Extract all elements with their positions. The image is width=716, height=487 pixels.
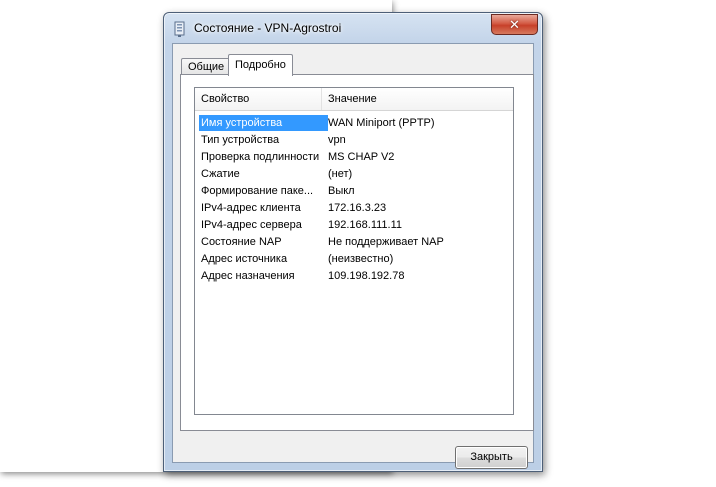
row-value: (нет) bbox=[328, 168, 353, 180]
list-row[interactable]: Сжатие (нет) bbox=[195, 166, 513, 183]
row-value: MS CHAP V2 bbox=[328, 151, 395, 163]
close-button[interactable]: Закрыть bbox=[455, 446, 528, 469]
dialog-title: Состояние - VPN-Agrostroi bbox=[194, 21, 342, 35]
row-value: (неизвестно) bbox=[328, 253, 394, 265]
row-property: IPv4-адрес клиента bbox=[201, 202, 301, 214]
close-window-button[interactable]: ✕ bbox=[491, 14, 538, 35]
details-list[interactable]: Свойство Значение Имя устройства WAN Min… bbox=[194, 87, 514, 415]
row-property: Адрес источника bbox=[201, 253, 288, 265]
tab-general-label: Общие bbox=[188, 61, 225, 73]
column-header-value[interactable]: Значение bbox=[322, 88, 508, 110]
row-property: Проверка подлинности bbox=[201, 151, 320, 163]
row-value: WAN Miniport (PPTP) bbox=[328, 117, 435, 129]
list-row[interactable]: IPv4-адрес сервера 192.168.111.11 bbox=[195, 217, 513, 234]
details-tab-panel: Свойство Значение Имя устройства WAN Min… bbox=[180, 74, 534, 431]
dialog-client-area: Общие Подробно Свойство Значение Имя уст… bbox=[172, 43, 534, 469]
list-row[interactable]: Формирование паке... Выкл bbox=[195, 183, 513, 200]
row-property: Сжатие bbox=[201, 168, 240, 180]
list-row[interactable]: Имя устройства WAN Miniport (PPTP) bbox=[195, 115, 513, 132]
tab-details[interactable]: Подробно bbox=[228, 54, 293, 76]
row-value: vpn bbox=[328, 134, 346, 146]
list-row[interactable]: Адрес назначения 109.198.192.78 bbox=[195, 268, 513, 285]
row-property: IPv4-адрес сервера bbox=[201, 219, 302, 231]
vpn-status-dialog: Состояние - VPN-Agrostroi ✕ Общие Подроб… bbox=[163, 12, 543, 472]
row-property: Состояние NAP bbox=[201, 236, 282, 248]
row-value: 192.168.111.11 bbox=[328, 219, 403, 231]
list-row[interactable]: Адрес источника (неизвестно) bbox=[195, 251, 513, 268]
network-connection-icon bbox=[174, 21, 185, 37]
list-row[interactable]: Проверка подлинности MS CHAP V2 bbox=[195, 149, 513, 166]
row-property: Тип устройства bbox=[201, 134, 280, 146]
row-value: 109.198.192.78 bbox=[328, 270, 405, 282]
column-header-property[interactable]: Свойство bbox=[195, 88, 322, 110]
tab-details-label: Подробно bbox=[235, 59, 286, 71]
list-header: Свойство Значение bbox=[195, 88, 513, 111]
list-row[interactable]: Состояние NAP Не поддерживает NAP bbox=[195, 234, 513, 251]
title-bar[interactable]: Состояние - VPN-Agrostroi ✕ bbox=[164, 13, 542, 43]
list-rows: Имя устройства WAN Miniport (PPTP) Тип у… bbox=[195, 115, 513, 285]
row-value: Не поддерживает NAP bbox=[328, 236, 444, 248]
list-row[interactable]: IPv4-адрес клиента 172.16.3.23 bbox=[195, 200, 513, 217]
row-value: 172.16.3.23 bbox=[328, 202, 387, 214]
row-property: Имя устройства bbox=[199, 115, 328, 131]
list-row[interactable]: Тип устройства vpn bbox=[195, 132, 513, 149]
row-value: Выкл bbox=[328, 185, 355, 197]
row-property: Формирование паке... bbox=[201, 185, 314, 197]
row-property: Адрес назначения bbox=[201, 270, 295, 282]
close-icon: ✕ bbox=[509, 16, 520, 32]
